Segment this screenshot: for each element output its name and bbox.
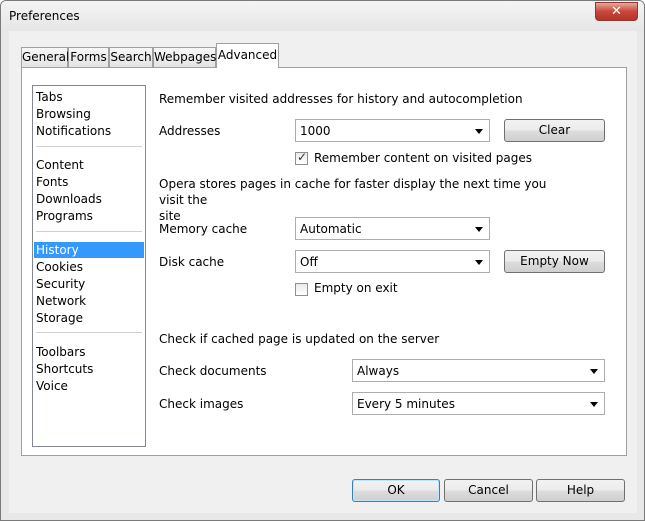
empty-on-exit-checkbox[interactable] [295, 283, 308, 296]
sidebar-item-storage[interactable]: Storage [34, 310, 144, 326]
remember-content-checkbox[interactable]: ✓ [295, 150, 308, 165]
check-documents-select[interactable]: Always [352, 359, 605, 382]
sidebar-item-browsing[interactable]: Browsing [34, 106, 144, 122]
memory-cache-label: Memory cache [159, 222, 248, 236]
clear-button[interactable]: Clear [504, 119, 605, 142]
tab-search[interactable]: Search [109, 47, 153, 67]
preferences-window: Preferences ✕ General Forms Search Webpa… [0, 0, 645, 521]
check-documents-value: Always [357, 364, 400, 378]
memory-cache-select[interactable]: Automatic [295, 217, 490, 240]
sidebar-item-programs[interactable]: Programs [34, 208, 144, 224]
sidebar-item-toolbars[interactable]: Toolbars [34, 344, 144, 360]
sidebar-item-network[interactable]: Network [34, 293, 144, 309]
chevron-down-icon [590, 402, 598, 407]
category-list[interactable]: Tabs Browsing Notifications Content Font… [32, 85, 146, 447]
remember-content-label: Remember content on visited pages [314, 151, 532, 165]
sidebar-item-voice[interactable]: Voice [34, 378, 144, 394]
sidebar-item-shortcuts[interactable]: Shortcuts [34, 361, 144, 377]
checkmark-icon: ✓ [297, 150, 308, 164]
tab-webpages[interactable]: Webpages [153, 47, 216, 67]
addresses-label: Addresses [159, 124, 221, 138]
ok-button[interactable]: OK [352, 479, 440, 502]
sidebar-item-downloads[interactable]: Downloads [34, 191, 144, 207]
window-title: Preferences [9, 9, 80, 23]
check-heading: Check if cached page is updated on the s… [159, 332, 440, 346]
disk-cache-value: Off [300, 255, 318, 269]
check-images-label: Check images [159, 397, 244, 411]
chevron-down-icon [590, 369, 598, 374]
memory-cache-value: Automatic [300, 222, 362, 236]
button-bar: OK Cancel Help [9, 475, 637, 513]
close-icon: ✕ [611, 4, 622, 19]
cache-heading-line1: Opera stores pages in cache for faster d… [159, 177, 547, 207]
title-bar: Preferences ✕ [1, 1, 644, 31]
disk-cache-select[interactable]: Off [295, 250, 490, 273]
addresses-value: 1000 [300, 124, 331, 138]
addresses-select[interactable]: 1000 [295, 119, 490, 142]
empty-now-button[interactable]: Empty Now [504, 250, 605, 273]
tab-advanced[interactable]: Advanced [216, 43, 279, 68]
cancel-button[interactable]: Cancel [444, 479, 533, 502]
help-button[interactable]: Help [536, 479, 625, 502]
sidebar-item-security[interactable]: Security [34, 276, 144, 292]
close-button[interactable]: ✕ [595, 2, 638, 21]
cache-heading-line2: site [159, 209, 181, 223]
advanced-panel: Tabs Browsing Notifications Content Font… [21, 67, 627, 456]
sidebar-item-cookies[interactable]: Cookies [34, 259, 144, 275]
remember-heading: Remember visited addresses for history a… [159, 92, 523, 106]
sidebar-item-notifications[interactable]: Notifications [34, 123, 144, 139]
check-images-select[interactable]: Every 5 minutes [352, 392, 605, 415]
disk-cache-label: Disk cache [159, 255, 225, 269]
check-documents-label: Check documents [159, 364, 267, 378]
list-divider [36, 231, 142, 232]
sidebar-item-history[interactable]: History [34, 242, 144, 258]
chevron-down-icon [475, 260, 483, 265]
list-divider [36, 332, 142, 333]
tab-general[interactable]: General [21, 47, 69, 67]
tab-forms[interactable]: Forms [68, 47, 109, 67]
dialog-body: General Forms Search Webpages Advanced T… [9, 31, 637, 513]
list-divider [36, 146, 142, 147]
chevron-down-icon [475, 227, 483, 232]
sidebar-item-fonts[interactable]: Fonts [34, 174, 144, 190]
sidebar-item-content[interactable]: Content [34, 157, 144, 173]
sidebar-item-tabs[interactable]: Tabs [34, 89, 144, 105]
check-images-value: Every 5 minutes [357, 397, 455, 411]
chevron-down-icon [475, 129, 483, 134]
empty-on-exit-label: Empty on exit [314, 281, 398, 295]
